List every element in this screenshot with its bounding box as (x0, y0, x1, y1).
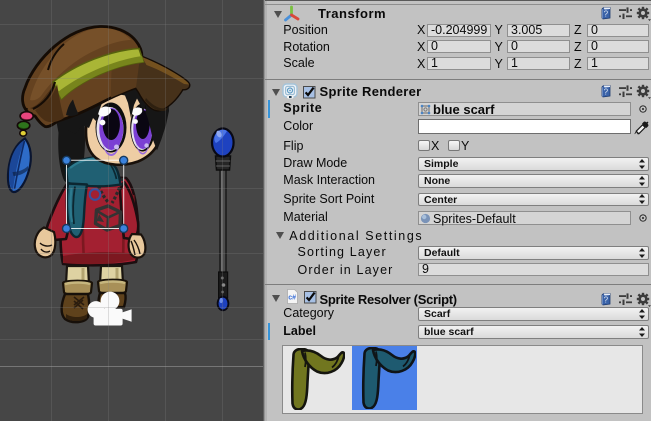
svg-text:c#: c# (288, 295, 296, 302)
